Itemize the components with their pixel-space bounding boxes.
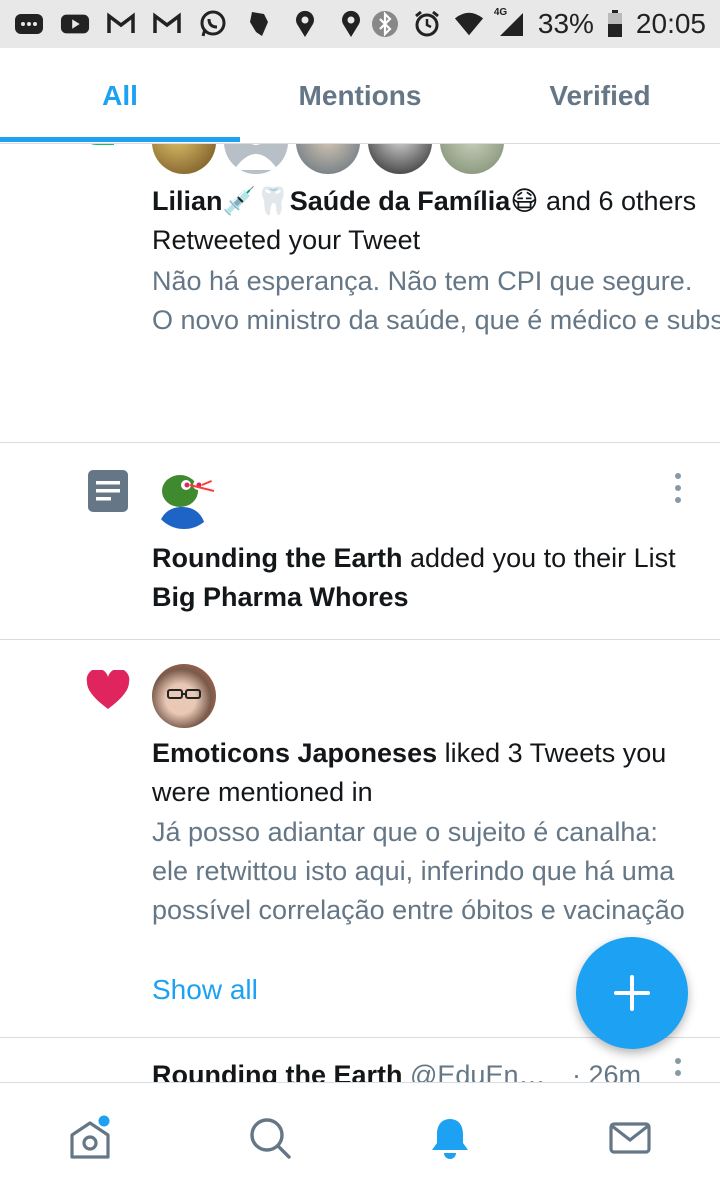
plus-icon	[614, 975, 650, 1011]
whatsapp-icon	[198, 10, 228, 37]
notifications-icon	[432, 1119, 468, 1159]
signal-icon: 4G	[494, 7, 526, 37]
liker-avatar	[152, 664, 216, 728]
gmail-icon	[152, 11, 182, 37]
avatar[interactable]	[152, 465, 216, 529]
bottom-navigation	[0, 1082, 720, 1193]
wifi-icon	[454, 11, 484, 37]
clock: 20:05	[635, 8, 706, 39]
tweet-preview[interactable]: Não há esperança. Não tem CPI que segure…	[152, 262, 720, 340]
notification-tabs: All Mentions Verified	[0, 48, 720, 144]
gmail-icon	[106, 11, 136, 37]
notification-list-add[interactable]: Rounding the Earth added you to their Li…	[0, 443, 720, 640]
status-bar: 4G 33% 20:05	[0, 0, 720, 48]
avatar[interactable]	[224, 144, 288, 174]
more-options-button[interactable]	[670, 1058, 686, 1082]
more-options-button[interactable]	[670, 473, 686, 503]
home-icon	[70, 1115, 110, 1159]
heart-icon	[86, 668, 130, 715]
battery-percent: 33%	[537, 8, 594, 39]
list-owner-avatar	[152, 465, 216, 529]
tab-all[interactable]: All	[0, 48, 240, 143]
search-icon	[250, 1118, 291, 1159]
tweet-time: · 26m	[572, 1060, 642, 1082]
notification-text: Lilian💉🦷Saúde da Família😷 and 6 others R…	[152, 186, 697, 255]
messages-icon	[14, 11, 44, 37]
nav-search[interactable]	[180, 1083, 360, 1193]
avatar[interactable]	[152, 664, 216, 728]
actor-name[interactable]: Rounding the Earth	[152, 543, 402, 573]
youtube-icon	[60, 11, 90, 37]
avatar[interactable]	[152, 144, 216, 174]
avatar[interactable]	[440, 144, 504, 174]
bluetooth-icon	[370, 11, 400, 37]
active-tab-indicator	[0, 137, 240, 142]
envelope-icon	[609, 1122, 651, 1154]
list-icon	[88, 470, 128, 517]
tab-verified[interactable]: Verified	[480, 48, 720, 143]
retweeter-avatars	[152, 144, 504, 174]
nav-messages[interactable]	[540, 1083, 720, 1193]
avatar[interactable]	[296, 144, 360, 174]
list-name[interactable]: Big Pharma Whores	[152, 582, 409, 612]
notification-retweet[interactable]: Lilian💉🦷Saúde da Família😷 and 6 others R…	[0, 144, 720, 443]
map-app-icon	[244, 11, 274, 37]
notification-text: Rounding the Earth added you to their Li…	[152, 543, 676, 612]
retweet-icon	[86, 144, 132, 159]
location-pin-icon	[290, 10, 320, 37]
location-pin-icon	[336, 10, 366, 37]
nav-home[interactable]	[0, 1083, 180, 1193]
alarm-icon	[412, 10, 442, 37]
actor-name[interactable]: Rounding the Earth	[152, 1060, 402, 1082]
tweet-header: Rounding the Earth @EduEn… · 26m	[152, 1056, 652, 1082]
user-handle[interactable]: @EduEn…	[410, 1060, 545, 1082]
notification-text: Emoticons Japoneses liked 3 Tweets you w…	[152, 738, 667, 807]
show-all-link[interactable]: Show all	[152, 974, 258, 1006]
compose-tweet-button[interactable]	[576, 937, 688, 1049]
avatar[interactable]	[368, 144, 432, 174]
tweet-preview[interactable]: Já posso adiantar que o sujeito é canalh…	[152, 813, 697, 930]
battery-icon	[606, 10, 624, 37]
actor-name[interactable]: Lilian💉🦷Saúde da Família😷	[152, 186, 538, 216]
actor-name[interactable]: Emoticons Japoneses	[152, 738, 437, 768]
nav-notifications[interactable]	[360, 1083, 540, 1193]
tab-mentions[interactable]: Mentions	[240, 48, 480, 143]
